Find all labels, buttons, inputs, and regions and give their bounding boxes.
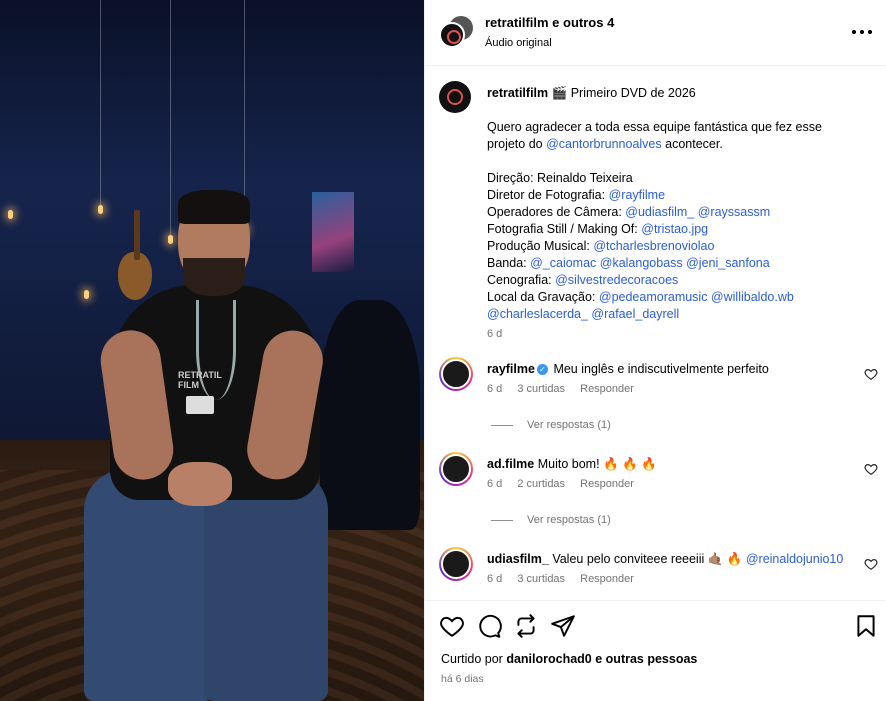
replies-dash [491,519,513,521]
caption-time[interactable]: 6 d [487,326,877,343]
photo-wire [170,0,171,235]
credit-label: Banda: [487,256,527,270]
credit-label: Produção Musical: [487,239,590,253]
mention-link[interactable]: @tcharlesbrenoviolao [593,239,714,253]
heart-icon[interactable] [864,462,878,476]
comment-likes[interactable]: 3 curtidas [517,573,565,585]
avatar[interactable] [439,22,465,48]
clapper-emoji: 🎬 [551,86,568,100]
avatar[interactable] [439,81,471,113]
photo-person-hair [178,190,250,224]
liked-by-prefix: Curtido por [441,652,503,666]
photo-wire [100,0,101,205]
caption-thanks-line: Quero agradecer a toda essa equipe fantá… [487,120,822,134]
comment-time[interactable]: 6 d [487,573,502,585]
repost-icon[interactable] [513,613,539,639]
credit-label: Local da Gravação: [487,290,596,304]
collab-avatars[interactable] [439,16,473,50]
comment-text: Muito bom! [537,457,600,471]
mention-link[interactable]: @silvestredecoracoes [555,273,678,287]
view-replies-label: Ver respostas (1) [527,514,611,526]
comment-time[interactable]: 6 d [487,478,502,490]
mention-link[interactable]: @tristao.jpg [641,222,708,236]
heart-icon[interactable] [864,367,878,381]
replies-dash [491,424,513,426]
view-replies-button[interactable]: Ver respostas (1) [491,419,611,431]
post-sidebar: retratilfilm e outros 4 Áudio original r… [424,0,886,701]
post-author-name[interactable]: retratilfilm e outros 4 [485,15,614,30]
verified-icon: ✓ [536,364,548,376]
comment-username[interactable]: ad.filme [487,457,534,471]
photo-bulb [168,235,173,244]
caption-text: retratilfilm 🎬 Primeiro DVD de 2026 Quer… [487,85,877,343]
caption-text-part: acontecer. [665,137,723,151]
post-photo[interactable]: RETRATIL FILM [0,0,424,701]
comment-username[interactable]: rayfilme [487,362,535,376]
post-header: retratilfilm e outros 4 Áudio original [425,0,886,66]
caption-title: Primeiro DVD de 2026 [570,86,696,100]
comment-time[interactable]: 6 d [487,383,502,395]
photo-bulb [84,290,89,299]
reply-button[interactable]: Responder [580,573,634,585]
share-icon[interactable] [550,613,576,639]
comment-likes[interactable]: 3 curtidas [517,383,565,395]
photo-person-beard [183,258,245,296]
post-date[interactable]: há 6 dias [441,673,484,685]
credit-label: Operadores de Câmera: [487,205,622,219]
caption-text-part: projeto do [487,137,543,151]
comment-text: Valeu pelo conviteee reeeiii [552,552,705,566]
liked-by: Curtido por danilorochad0 e outras pesso… [441,652,697,666]
photo-wire [244,0,245,225]
fire-emoji: 🔥 🔥 🔥 [603,457,657,471]
photo-person-leg [204,470,328,701]
heart-icon[interactable] [864,557,878,571]
caption-username[interactable]: retratilfilm [487,86,548,100]
liked-by-others[interactable]: e outras pessoas [595,652,697,666]
bookmark-icon[interactable] [853,613,879,639]
photo-bulb [8,210,13,219]
liked-by-user[interactable]: danilorochad0 [506,652,591,666]
avatar[interactable] [439,547,473,581]
credit-label: Fotografia Still / Making Of: [487,222,638,236]
photo-background-person [320,300,420,530]
comment-icon[interactable] [476,613,502,639]
comment-username[interactable]: udiasfilm_ [487,552,549,566]
heart-icon[interactable] [439,613,465,639]
reply-button[interactable]: Responder [580,478,634,490]
caption-direction: Direção: Reinaldo Teixeira [487,171,633,185]
mention-link[interactable]: @charleslacerda_ @rafael_dayrell [487,307,679,321]
mention-link[interactable]: @_caiomac @kalangobass @jeni_sanfona [530,256,770,270]
reply-button[interactable]: Responder [580,383,634,395]
avatar[interactable] [439,452,473,486]
mention-link[interactable]: @pedeamoramusic @willibaldo.wb [599,290,794,304]
comment-likes[interactable]: 2 curtidas [517,478,565,490]
credit-label: Cenografia: [487,273,552,287]
photo-person-hands [168,462,232,506]
credit-label: Diretor de Fotografia: [487,188,606,202]
photo-guitar-neck [134,210,140,260]
emoji-group: 🤙🏽 🔥 [707,552,743,566]
comment-text: Meu inglês e indiscutivelmente perfeito [553,362,769,376]
view-replies-label: Ver respostas (1) [527,419,611,431]
comments-scroll-area[interactable]: retratilfilm 🎬 Primeiro DVD de 2026 Quer… [425,67,886,600]
view-replies-button[interactable]: Ver respostas (1) [491,514,611,526]
photo-poster [312,192,354,272]
mention-link[interactable]: @reinaldojunio10 [746,552,843,566]
more-horizontal-icon[interactable] [849,22,875,42]
post-actions-bar: Curtido por danilorochad0 e outras pesso… [425,600,886,701]
photo-badge [186,396,214,414]
photo-shirt-logo: RETRATIL FILM [178,370,222,390]
photo-bulb [98,205,103,214]
mention-link[interactable]: @cantorbrunnoalves [546,137,662,151]
avatar[interactable] [439,357,473,391]
mention-link[interactable]: @udiasfilm_ @rayssassm [625,205,770,219]
audio-label[interactable]: Áudio original [485,37,552,49]
mention-link[interactable]: @rayfilme [609,188,665,202]
